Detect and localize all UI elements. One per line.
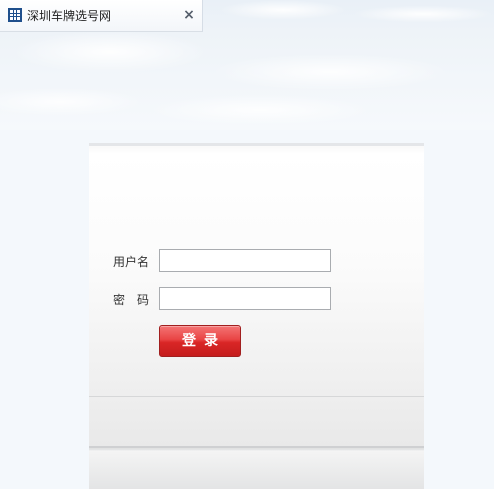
close-icon[interactable]: × xyxy=(181,6,197,24)
header-banner-top xyxy=(203,0,494,32)
panel-footer-divider xyxy=(89,446,424,448)
browser-window: 深圳车牌选号网 × 用户名 密码 登录 xyxy=(0,0,494,489)
tab-title: 深圳车牌选号网 xyxy=(27,9,112,23)
login-button[interactable]: 登录 xyxy=(159,325,241,357)
browser-tab[interactable]: 深圳车牌选号网 × xyxy=(0,0,203,32)
username-input[interactable] xyxy=(159,249,331,272)
tab-bar: 深圳车牌选号网 × xyxy=(0,0,494,32)
username-label: 用户名 xyxy=(113,255,150,269)
grid-icon xyxy=(8,8,22,22)
password-input[interactable] xyxy=(159,287,331,310)
header-banner xyxy=(0,32,494,130)
login-panel: 用户名 密码 登录 xyxy=(89,143,424,489)
panel-divider xyxy=(89,396,424,397)
password-label: 密码 xyxy=(113,293,162,307)
